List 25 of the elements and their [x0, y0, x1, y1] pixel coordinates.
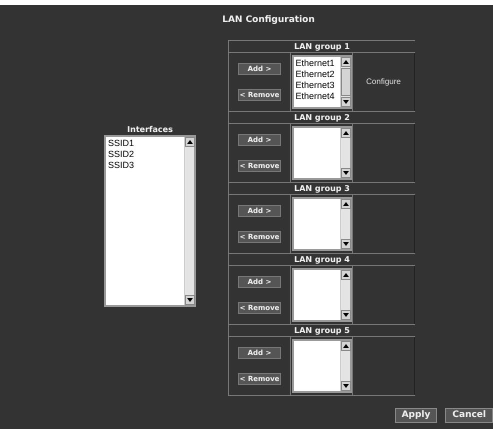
- group-header: LAN group 4: [229, 254, 415, 266]
- list-item[interactable]: Ethernet2: [296, 69, 340, 80]
- group-header: LAN group 1: [229, 41, 415, 53]
- list-item[interactable]: SSID1: [108, 138, 184, 149]
- list-box[interactable]: SSID1 SSID2 SSID3: [104, 135, 196, 307]
- list-item[interactable]: SSID2: [108, 149, 184, 160]
- list-item[interactable]: Ethernet1: [296, 58, 340, 69]
- scrollbar-drawing[interactable]: [340, 128, 350, 178]
- interfaces-label: Interfaces: [127, 125, 173, 135]
- page-title: LAN Configuration: [222, 14, 315, 27]
- scrollbar-drawing[interactable]: [340, 270, 350, 320]
- group-header: LAN group 3: [229, 183, 415, 195]
- configure-link[interactable]: Configure: [366, 76, 401, 88]
- scrollbar-drawing[interactable]: [184, 137, 194, 305]
- scrollbar-drawing[interactable]: [340, 341, 350, 391]
- list-box[interactable]: Ethernet1 Ethernet2 Ethernet3 Ethernet4: [292, 55, 352, 109]
- scrollbar-drawing[interactable]: [340, 57, 350, 107]
- list-item[interactable]: SSID3: [108, 160, 184, 171]
- scrollbar-drawing[interactable]: [340, 199, 350, 249]
- apply-button[interactable]: Apply: [394, 408, 438, 423]
- group-header: LAN group 5: [229, 325, 415, 337]
- group-header: LAN group 2: [229, 112, 415, 124]
- list-item[interactable]: Ethernet3: [296, 80, 340, 91]
- list-item[interactable]: Ethernet4: [296, 91, 340, 102]
- cancel-button[interactable]: Cancel: [445, 408, 493, 423]
